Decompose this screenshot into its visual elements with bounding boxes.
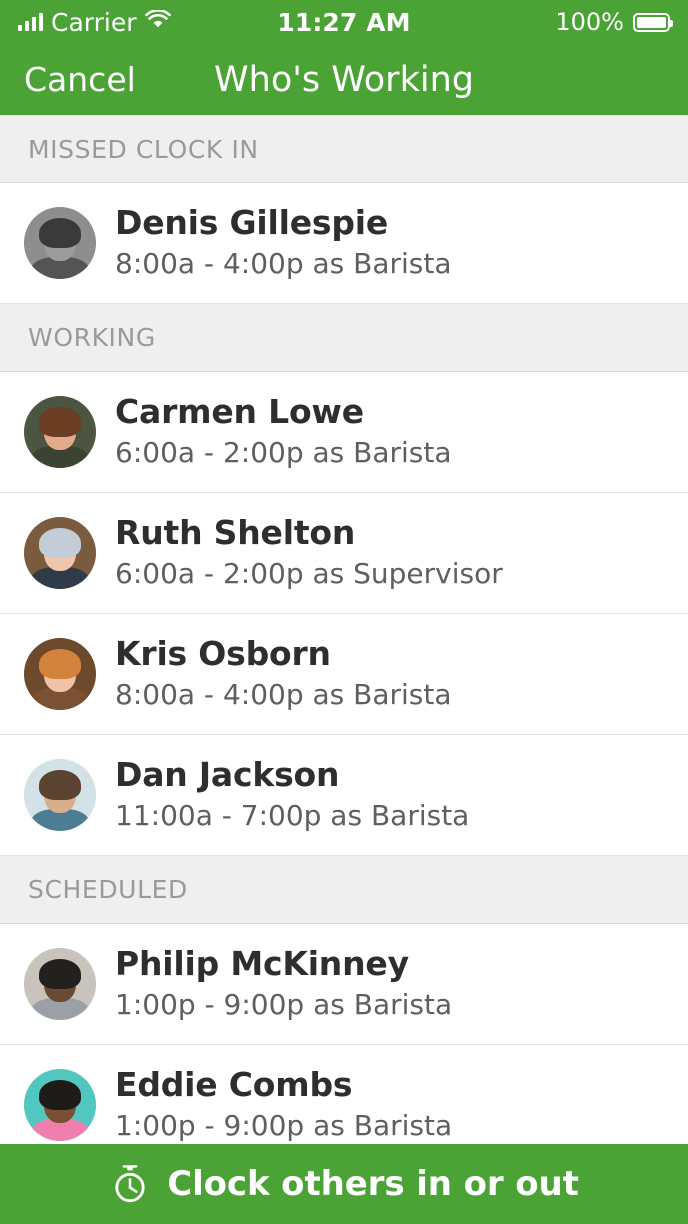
person-name: Eddie Combs	[115, 1064, 353, 1104]
avatar	[24, 638, 96, 710]
clock-others-in-or-out-button[interactable]: Clock others in or out	[0, 1144, 688, 1224]
person-row[interactable]: Carmen Lowe 6:00a - 2:00p as Barista	[0, 372, 688, 493]
avatar	[24, 1069, 96, 1141]
carrier-label: Carrier	[51, 7, 137, 37]
person-row[interactable]: Dan Jackson 11:00a - 7:00p as Barista	[0, 735, 688, 856]
person-shift-detail: 8:00a - 4:00p as Barista	[115, 677, 452, 711]
person-text: Eddie Combs 1:00p - 9:00p as Barista	[115, 1064, 453, 1144]
battery-full-icon	[633, 12, 673, 32]
signal-bars-icon	[18, 13, 43, 31]
person-shift-detail: 6:00a - 2:00p as Supervisor	[115, 556, 503, 590]
person-name: Dan Jackson	[115, 754, 340, 794]
who-is-working-list[interactable]: MISSED CLOCK IN Denis Gillespie 8:00a - 4:…	[0, 115, 688, 1144]
status-bar: Carrier 11:27 AM 100%	[0, 0, 688, 44]
section-header: SCHEDULED	[0, 856, 688, 924]
person-text: Carmen Lowe 6:00a - 2:00p as Barista	[115, 391, 452, 471]
wifi-icon	[144, 9, 171, 34]
person-text: Ruth Shelton 6:00a - 2:00p as Supervisor	[115, 512, 503, 592]
battery-percent-label: 100%	[555, 8, 624, 36]
person-text: Denis Gillespie 8:00a - 4:00p as Barista	[115, 202, 452, 282]
section-header-label: WORKING	[28, 323, 156, 352]
person-row[interactable]: Philip McKinney 1:00p - 9:00p as Barista	[0, 924, 688, 1045]
person-name: Philip McKinney	[115, 943, 409, 983]
avatar	[24, 396, 96, 468]
avatar	[24, 948, 96, 1020]
person-name: Ruth Shelton	[115, 512, 356, 552]
person-row[interactable]: Kris Osborn 8:00a - 4:00p as Barista	[0, 614, 688, 735]
stopwatch-icon	[109, 1163, 151, 1205]
status-bar-right: 100%	[411, 8, 673, 36]
person-text: Kris Osborn 8:00a - 4:00p as Barista	[115, 633, 452, 713]
person-row[interactable]: Denis Gillespie 8:00a - 4:00p as Barista	[0, 183, 688, 304]
person-shift-detail: 8:00a - 4:00p as Barista	[115, 246, 452, 280]
status-bar-left: Carrier	[18, 8, 277, 37]
person-text: Philip McKinney 1:00p - 9:00p as Barista	[115, 943, 453, 1023]
section-header-label: MISSED CLOCK IN	[28, 134, 259, 164]
nav-bar: Cancel Who's Working	[0, 44, 688, 115]
page-title: Who's Working	[214, 59, 474, 100]
avatar	[24, 759, 96, 831]
section-header: MISSED CLOCK IN	[0, 115, 688, 183]
person-shift-detail: 1:00p - 9:00p as Barista	[115, 1108, 453, 1142]
person-shift-detail: 11:00a - 7:00p as Barista	[115, 798, 470, 832]
person-name: Carmen Lowe	[115, 391, 364, 431]
person-shift-detail: 1:00p - 9:00p as Barista	[115, 987, 453, 1021]
person-row[interactable]: Ruth Shelton 6:00a - 2:00p as Supervisor	[0, 493, 688, 614]
section-header: WORKING	[0, 304, 688, 372]
section-header-label: SCHEDULED	[28, 875, 188, 904]
person-name: Kris Osborn	[115, 633, 331, 673]
person-row[interactable]: Eddie Combs 1:00p - 9:00p as Barista	[0, 1045, 688, 1144]
person-text: Dan Jackson 11:00a - 7:00p as Barista	[115, 754, 470, 834]
person-name: Denis Gillespie	[115, 202, 389, 242]
avatar	[24, 517, 96, 589]
person-shift-detail: 6:00a - 2:00p as Barista	[115, 435, 452, 469]
clock-others-button-label: Clock others in or out	[167, 1164, 579, 1204]
phone-screen: Carrier 11:27 AM 100% Cancel Who's Worki…	[0, 0, 688, 1224]
avatar	[24, 207, 96, 279]
status-bar-clock: 11:27 AM	[277, 7, 411, 37]
